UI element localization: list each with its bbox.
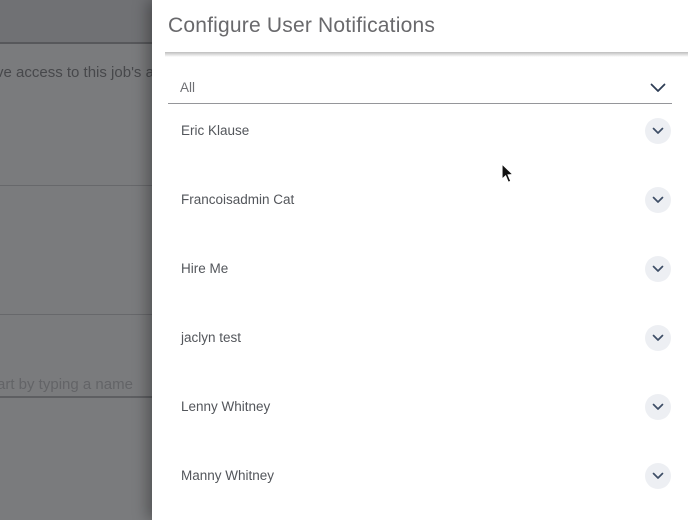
user-list: Eric Klause Francoisadmin Cat Hire Me <box>168 104 672 518</box>
user-row[interactable]: Eric Klause <box>168 104 672 173</box>
user-name: Lenny Whitney <box>181 394 270 420</box>
user-row[interactable]: jaclyn test <box>168 311 672 380</box>
dialog-header: Configure User Notifications <box>152 0 688 52</box>
user-name: Hire Me <box>181 256 228 282</box>
dialog-title: Configure User Notifications <box>168 0 435 52</box>
chevron-down-icon <box>652 403 664 411</box>
background-input-underline <box>0 396 152 398</box>
user-row[interactable]: Hire Me <box>168 242 672 311</box>
header-shadow <box>165 52 688 57</box>
screen: ve access to this job's applica art by t… <box>0 0 688 520</box>
chevron-down-icon <box>652 127 664 135</box>
expand-user-button[interactable] <box>645 325 671 351</box>
chevron-down-icon <box>652 334 664 342</box>
background-clipped-text: ve access to this job's applica <box>0 64 152 81</box>
user-filter-selected-value: All <box>168 80 650 95</box>
chevron-down-icon <box>652 265 664 273</box>
user-name: jaclyn test <box>181 325 241 351</box>
chevron-down-icon <box>650 83 666 93</box>
user-name: Eric Klause <box>181 118 249 144</box>
background-header-block <box>0 0 152 44</box>
background-divider <box>0 185 152 186</box>
chevron-down-icon <box>652 472 664 480</box>
user-row[interactable]: Manny Whitney <box>168 449 672 518</box>
user-row[interactable]: Francoisadmin Cat <box>168 173 672 242</box>
user-name: Manny Whitney <box>181 463 274 489</box>
expand-user-button[interactable] <box>645 187 671 213</box>
user-filter-select[interactable]: All <box>168 72 672 104</box>
expand-user-button[interactable] <box>645 463 671 489</box>
modal-scrim[interactable]: ve access to this job's applica art by t… <box>0 0 152 520</box>
chevron-down-icon <box>652 196 664 204</box>
expand-user-button[interactable] <box>645 256 671 282</box>
background-input-placeholder: art by typing a name <box>0 376 133 393</box>
background-divider <box>0 314 152 315</box>
expand-user-button[interactable] <box>645 394 671 420</box>
user-row[interactable]: Lenny Whitney <box>168 380 672 449</box>
user-name: Francoisadmin Cat <box>181 187 294 213</box>
expand-user-button[interactable] <box>645 118 671 144</box>
configure-user-notifications-dialog: Configure User Notifications All Eric Kl… <box>152 0 688 520</box>
